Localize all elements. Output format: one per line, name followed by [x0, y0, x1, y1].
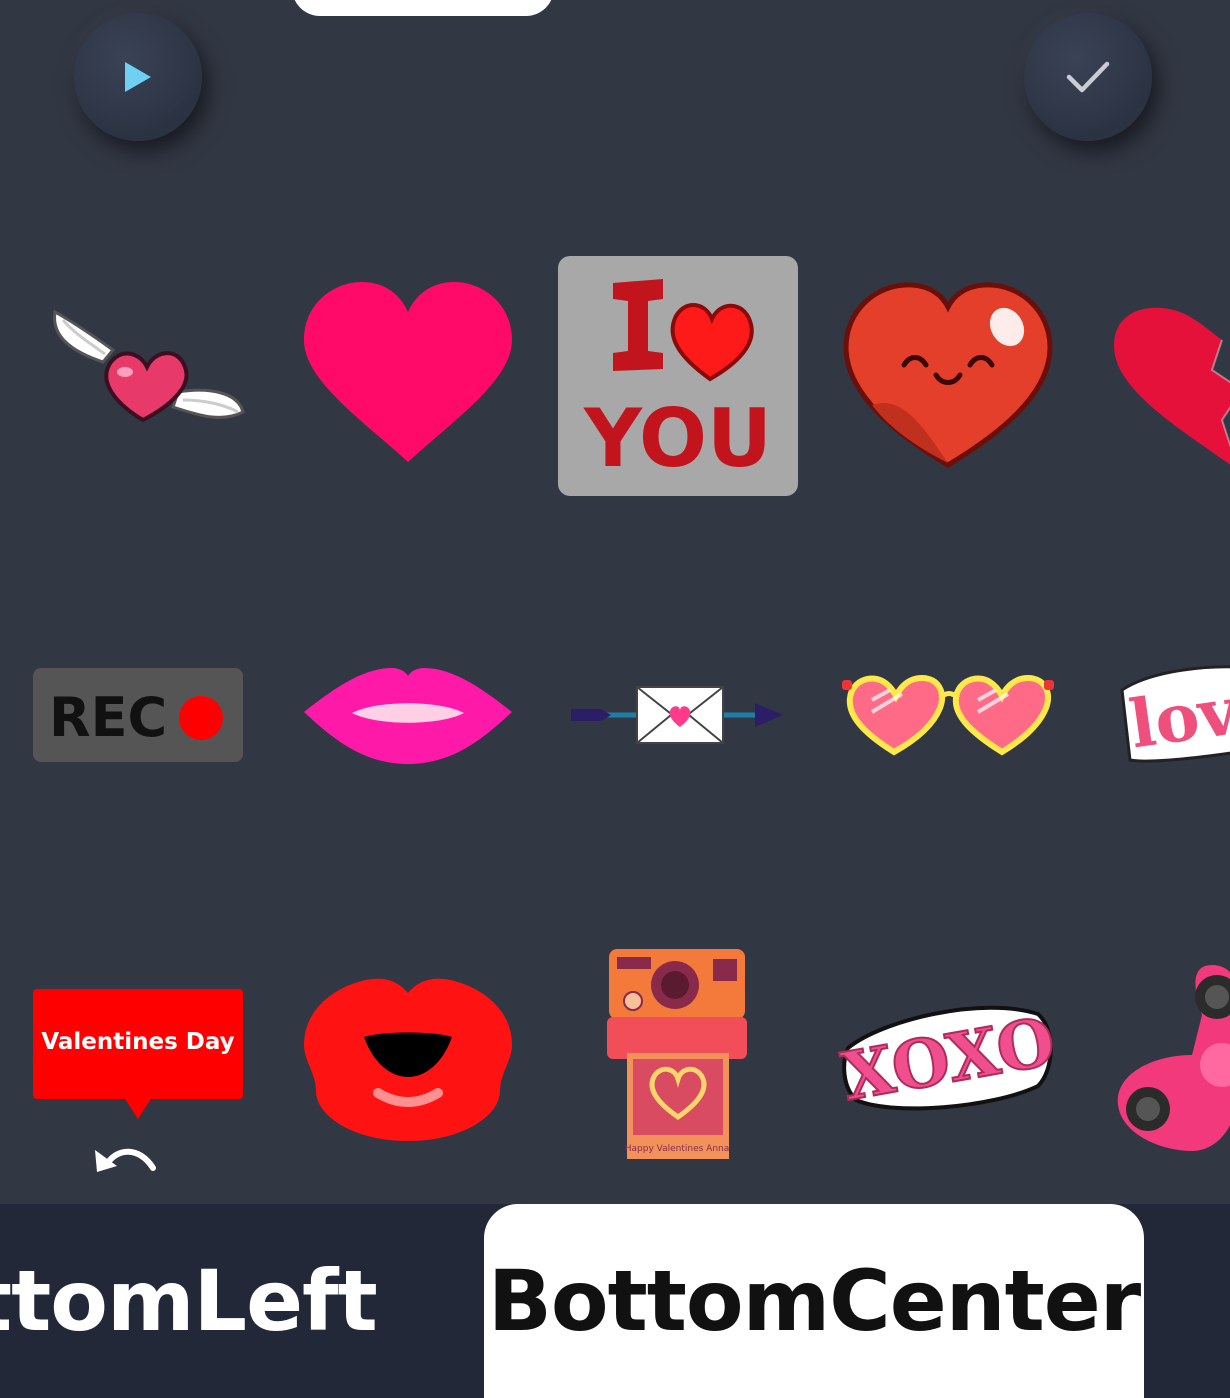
sticker-love-letter-arrow[interactable]: [571, 610, 783, 820]
tab-bottom-center[interactable]: BottomCenter: [484, 1204, 1144, 1398]
winged-heart-icon: [53, 309, 245, 423]
sticker-instant-camera[interactable]: Happy Valentines Anna: [572, 949, 782, 1160]
undo-button[interactable]: [93, 1140, 157, 1178]
position-tab-bar: ttomLeft BottomCenter: [0, 1204, 1230, 1398]
instant-camera-icon: Happy Valentines Anna: [607, 949, 747, 1159]
sticker-broken-heart[interactable]: [1112, 270, 1230, 480]
i-love-you-icon: YOU: [583, 279, 772, 485]
pink-heart-icon: [304, 282, 512, 462]
rec-badge-icon: REC: [33, 668, 243, 762]
sticker-pink-heart[interactable]: [303, 270, 513, 480]
heart-glasses-icon: [842, 674, 1054, 756]
valentines-bubble-icon: Valentines Day: [33, 989, 243, 1119]
sticker-smiling-heart[interactable]: [843, 268, 1053, 478]
undo-icon: [95, 1148, 156, 1172]
checkmark-icon: [1066, 61, 1110, 93]
love-badge-icon: lov: [1120, 665, 1230, 763]
love-badge-text: lov: [1125, 671, 1230, 763]
play-icon: [125, 62, 151, 92]
broken-heart-icon: [1114, 307, 1230, 465]
rec-label: REC: [49, 686, 167, 749]
pink-lips-icon: [304, 668, 512, 764]
sticker-valentines-day[interactable]: Valentines Day: [33, 950, 243, 1160]
sticker-love-badge[interactable]: lov: [1112, 610, 1230, 820]
smiling-heart-icon: [843, 282, 1053, 468]
play-button[interactable]: [74, 13, 202, 141]
love-letter-icon: [571, 686, 783, 744]
confirm-button[interactable]: [1024, 13, 1152, 141]
sticker-fidget-spinner[interactable]: [1112, 950, 1230, 1160]
sticker-xoxo[interactable]: XOXO: [835, 950, 1061, 1160]
svg-text:YOU: YOU: [583, 392, 772, 485]
valentines-bubble-text: Valentines Day: [41, 1029, 234, 1055]
sticker-red-kiss-lips[interactable]: [303, 950, 513, 1160]
camera-photo-caption: Happy Valentines Anna: [625, 1144, 730, 1154]
sticker-rec[interactable]: REC: [33, 610, 243, 820]
tab-bottom-left[interactable]: ttomLeft: [0, 1204, 378, 1398]
xoxo-icon: XOXO: [835, 1001, 1061, 1117]
sticker-winged-heart[interactable]: [38, 262, 248, 472]
red-kiss-icon: [304, 978, 512, 1141]
sticker-pink-lips[interactable]: [303, 610, 513, 820]
sticker-heart-glasses[interactable]: [842, 610, 1054, 820]
sticker-i-love-you[interactable]: YOU: [573, 271, 783, 485]
top-drag-handle[interactable]: [292, 0, 554, 16]
fidget-spinner-icon: [1117, 965, 1230, 1151]
